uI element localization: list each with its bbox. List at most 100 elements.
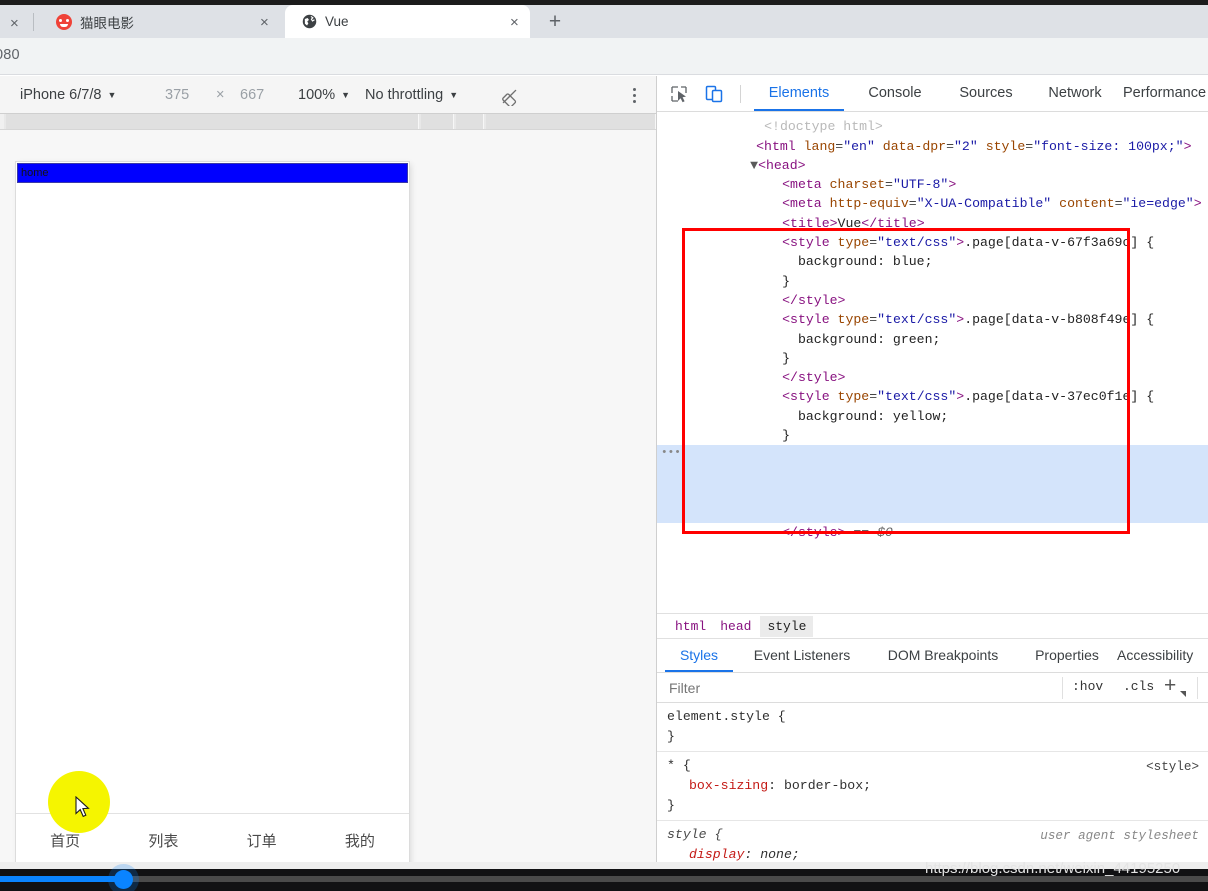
tab-dom-breakpoints[interactable]: DOM Breakpoints [869, 639, 1017, 672]
tab-performance[interactable]: Performance [1123, 76, 1208, 111]
dom-breadcrumb: html head style [657, 613, 1208, 639]
throttling-value: No throttling [365, 86, 444, 103]
dom-line[interactable]: background: blue; [657, 233, 1208, 269]
styles-sidebar-tabbar: Styles Event Listeners DOM Breakpoints P… [657, 639, 1208, 673]
style-rule-source: user agent stylesheet [1040, 829, 1199, 843]
breadcrumb-item-html[interactable]: html [675, 619, 706, 634]
browser-tab-maoyan[interactable]: 猫眼电影 [40, 5, 280, 38]
dom-line[interactable]: <meta http-equiv="X-UA-Compatible" conte… [657, 175, 1208, 211]
device-emulation-toolbar: iPhone 6/7/8 ▼ 375 × 667 100% ▼ No throt… [0, 76, 656, 114]
dom-line[interactable]: } [657, 252, 1208, 289]
tab-event-listeners[interactable]: Event Listeners [741, 639, 863, 672]
style-declaration[interactable]: box-sizing: border-box; [667, 776, 1208, 796]
style-property-name: display [689, 847, 745, 862]
dom-line[interactable]: <title>Vue</title> [657, 194, 1208, 231]
dom-line-selected[interactable]: } [657, 483, 1208, 520]
dimension-separator: × [216, 86, 225, 103]
emulated-page[interactable]: home 首页 列表 订单 我的 [16, 162, 409, 866]
styles-filter-row: :hov .cls + [657, 673, 1208, 703]
dom-line[interactable]: </style> [657, 349, 1208, 385]
tabbar-item-list[interactable]: 列表 [114, 830, 212, 851]
dom-line[interactable]: <style type="text/css">.page[data-v-37ec… [657, 368, 1208, 404]
dom-line[interactable]: </style> [657, 272, 1208, 308]
style-rule-selector: * { [667, 758, 691, 773]
style-rule-close: } [667, 729, 675, 744]
rotate-device-icon[interactable] [500, 87, 519, 108]
tabbar-item-home[interactable]: 首页 [16, 830, 114, 851]
device-toolbar-more-icon[interactable] [624, 84, 644, 106]
device-select-label: iPhone 6/7/8 [20, 86, 102, 103]
tab-styles[interactable]: Styles [665, 639, 733, 672]
chevron-down-icon: ▼ [449, 89, 459, 100]
chevron-down-icon: ▼ [107, 89, 117, 100]
style-rule-element-style[interactable]: element.style { } [657, 703, 1208, 752]
style-property-name: box-sizing [689, 778, 769, 793]
tab-console[interactable]: Console [855, 76, 935, 111]
dom-line-selected[interactable]: background: red; [657, 464, 1208, 501]
inspect-element-icon[interactable] [669, 84, 689, 104]
dom-line-selected[interactable]: <style type="text/css">.page[data-v-b40a… [657, 444, 1208, 482]
browser-address-bar[interactable]: 080 [0, 38, 1208, 75]
dom-line[interactable]: </style> [657, 426, 1208, 462]
zoom-value: 100% [298, 86, 336, 103]
browser-tabstrip: × 猫眼电影 × Vue × + [0, 0, 1208, 38]
breadcrumb-item-head[interactable]: head [720, 619, 751, 634]
tabbar-item-orders[interactable]: 订单 [213, 830, 311, 851]
address-bar-url: 080 [0, 47, 20, 63]
viewport-width-input[interactable]: 375 [165, 87, 189, 103]
dom-line[interactable]: <style type="text/css">.page[data-v-67f3… [657, 214, 1208, 250]
dom-line[interactable]: } [657, 330, 1208, 366]
browser-tab-title: 猫眼电影 [80, 15, 134, 31]
page-header-label: home [21, 167, 49, 179]
dom-line[interactable]: <html lang="en" data-dpr="2" style="font… [657, 117, 1208, 154]
device-select[interactable]: iPhone 6/7/8 ▼ [20, 87, 116, 103]
new-tab-button[interactable]: + [540, 8, 570, 36]
new-style-rule-dropdown-icon[interactable] [1180, 691, 1186, 697]
emulated-viewport-area: home 首页 列表 订单 我的 [0, 114, 656, 869]
style-rule-close: } [667, 798, 675, 813]
device-toolbar-icon[interactable] [703, 83, 725, 105]
tab-divider [33, 13, 34, 31]
page-header-bar: home [17, 163, 408, 183]
watermark-text: https://blog.csdn.net/weixin_44195250 [925, 860, 1181, 877]
styles-filter-input[interactable] [667, 678, 1057, 698]
phone-frame: home 首页 列表 订单 我的 [16, 162, 409, 866]
maoyan-cat-icon [56, 13, 72, 30]
tab-elements[interactable]: Elements [754, 76, 844, 111]
throttling-select[interactable]: No throttling ▼ [365, 87, 458, 103]
element-classes-button[interactable]: .cls [1123, 679, 1154, 694]
style-rule-source[interactable]: <style> [1146, 757, 1199, 777]
dom-line[interactable]: <style type="text/css">.page[data-v-b808… [657, 291, 1208, 327]
dom-line[interactable]: <meta charset="UTF-8"> [657, 156, 1208, 192]
force-state-button[interactable]: :hov [1072, 679, 1103, 694]
devtools-panel: Elements Console Sources Network Perform… [656, 76, 1208, 891]
devtools-tabbar: Elements Console Sources Network Perform… [657, 76, 1208, 112]
tab-sources[interactable]: Sources [947, 76, 1025, 111]
new-style-rule-button[interactable]: + [1164, 674, 1176, 698]
tab-properties[interactable]: Properties [1023, 639, 1111, 672]
zoom-select[interactable]: 100% ▼ [298, 87, 350, 103]
globe-icon [301, 14, 317, 30]
style-rule-universal[interactable]: <style> * { box-sizing: border-box; } [657, 752, 1208, 821]
dom-line[interactable]: background: yellow; [657, 387, 1208, 424]
browser-tab-title: Vue [325, 14, 349, 29]
tab-network[interactable]: Network [1036, 76, 1114, 111]
dom-line[interactable]: ▼<head> [657, 137, 1208, 173]
dom-line[interactable]: background: green; [657, 310, 1208, 347]
window-close-icon[interactable]: × [10, 16, 19, 31]
viewport-height-input[interactable]: 667 [240, 87, 264, 103]
progress-knob[interactable] [114, 870, 133, 889]
dom-line[interactable]: } [657, 407, 1208, 443]
dom-line-selected[interactable]: </style> == $0 [657, 503, 1208, 540]
style-property-value: border-box; [783, 778, 872, 793]
browser-tab-vue[interactable]: Vue [285, 5, 530, 38]
dom-tree[interactable]: <!doctype html> <html lang="en" data-dpr… [657, 112, 1208, 609]
style-property-value: none; [760, 847, 800, 862]
screen-root: × 猫眼电影 × Vue × + 080 [0, 0, 1208, 891]
breadcrumb-item-style[interactable]: style [760, 615, 814, 637]
tab-accessibility[interactable]: Accessibility [1117, 639, 1208, 672]
tabbar-item-mine[interactable]: 我的 [311, 830, 409, 851]
style-rule-selector: element.style { [667, 709, 786, 724]
close-tab-vue-icon[interactable]: × [510, 15, 519, 30]
close-tab-maoyan-icon[interactable]: × [260, 15, 269, 30]
